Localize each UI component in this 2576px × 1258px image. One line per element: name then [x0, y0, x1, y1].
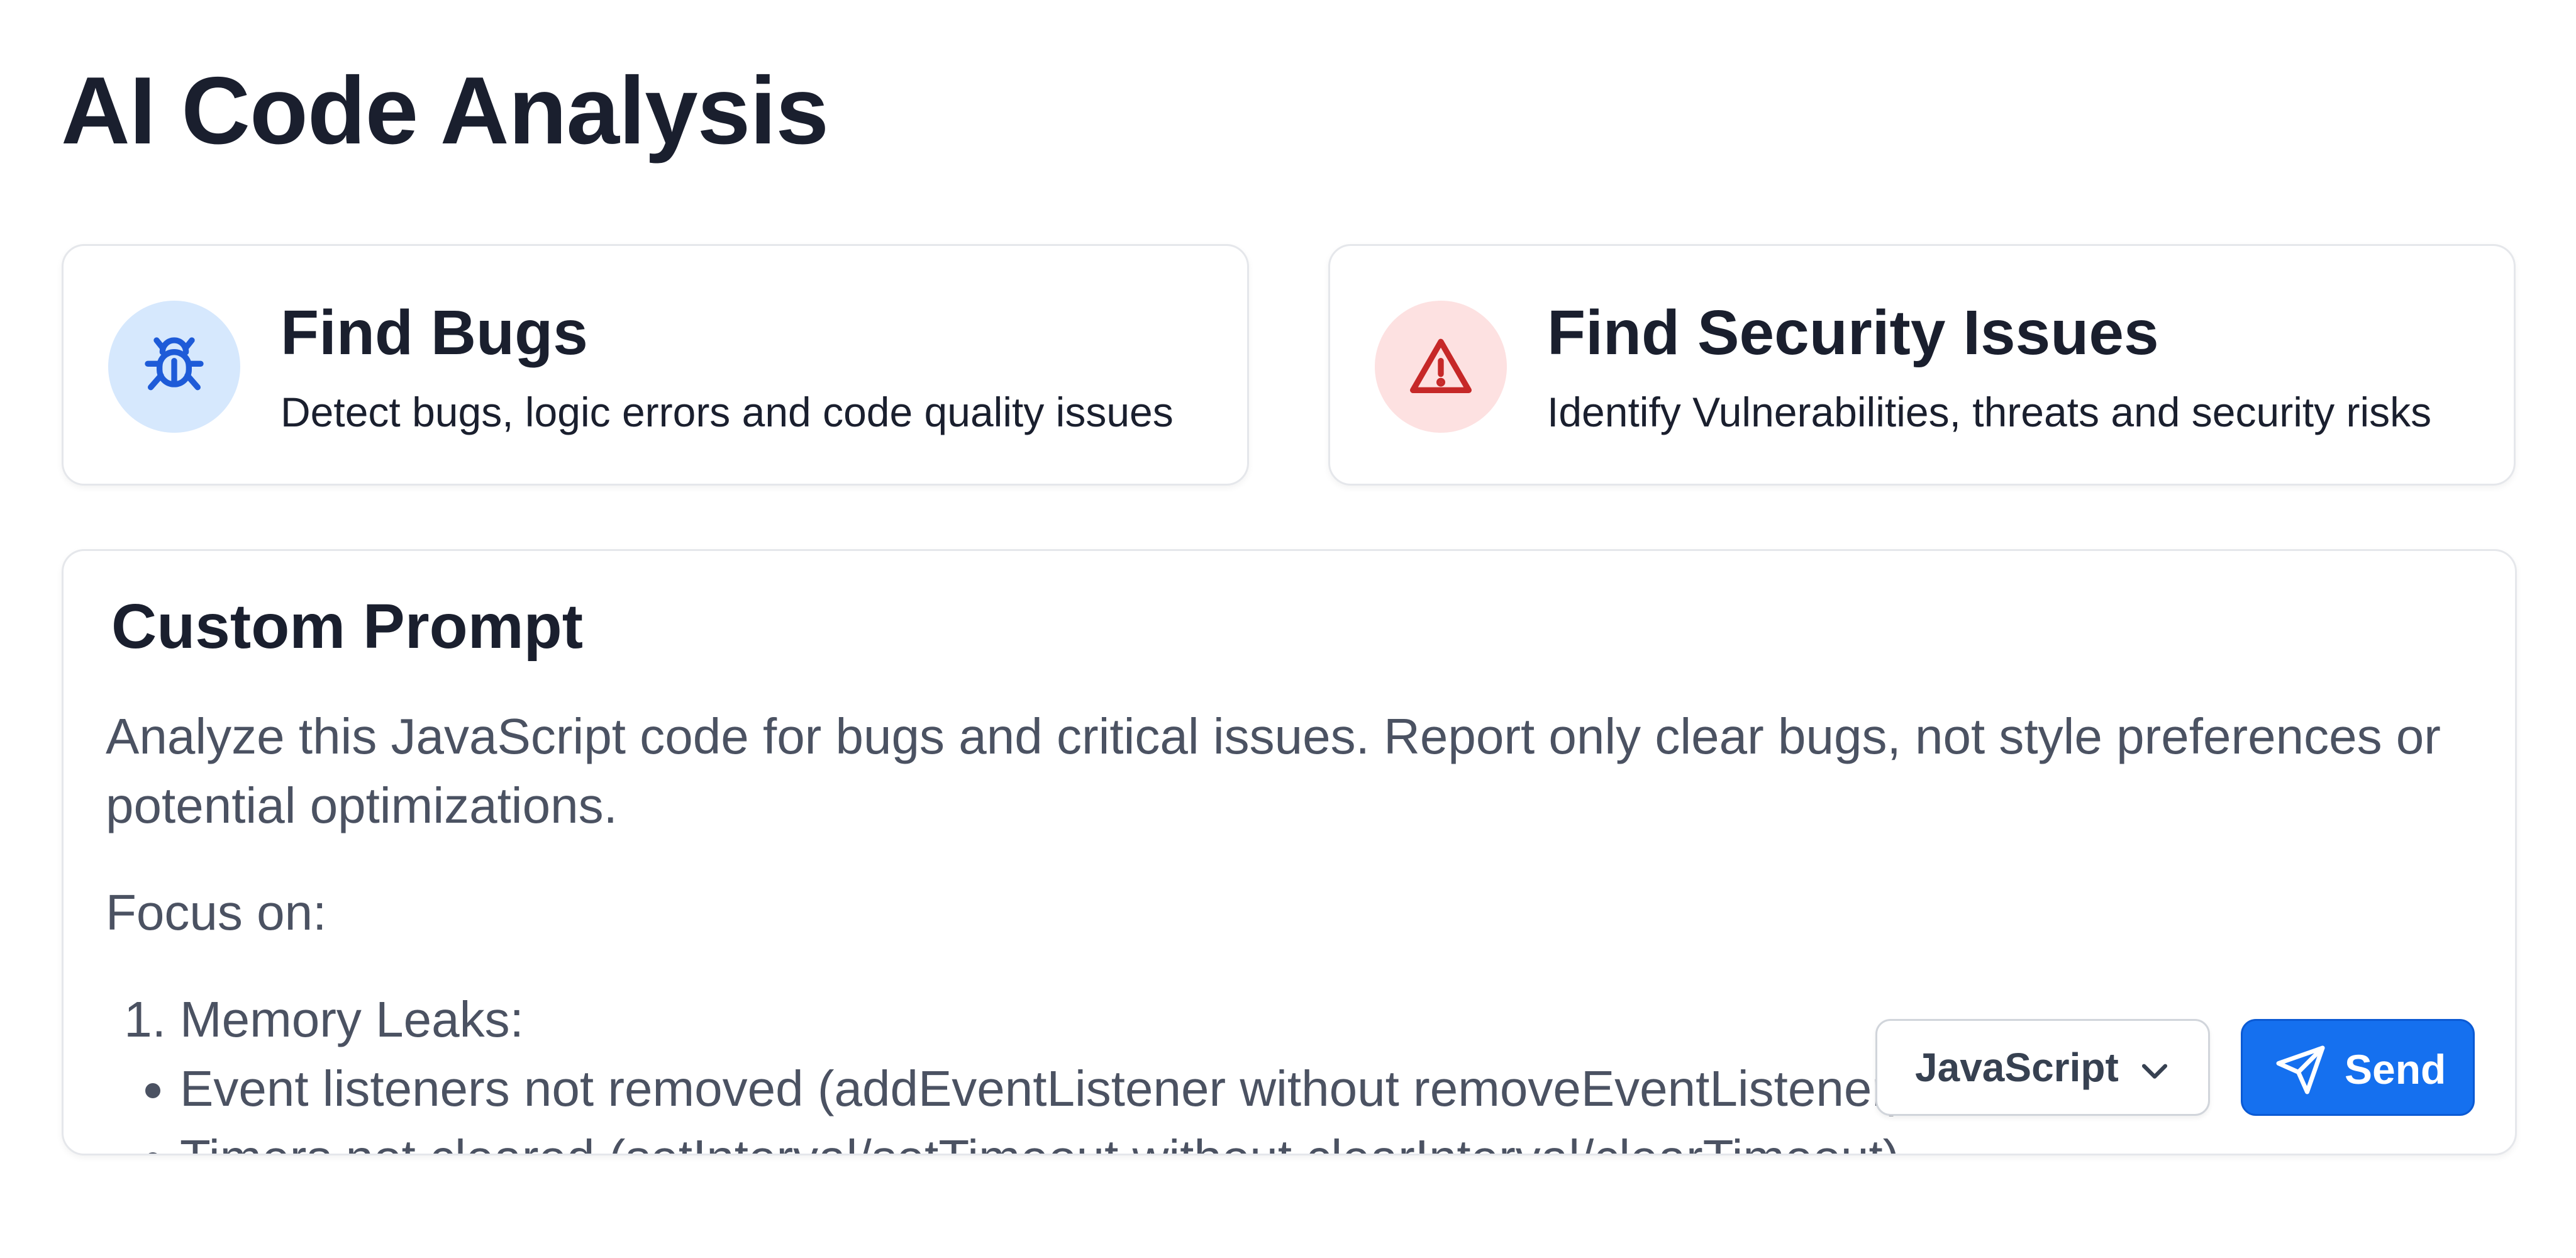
- send-button-label: Send: [2345, 1046, 2446, 1093]
- prompt-list-label: Memory Leaks:: [180, 991, 524, 1047]
- bug-icon: [108, 301, 240, 433]
- prompt-intro: Analyze this JavaScript code for bugs an…: [106, 708, 2441, 833]
- warning-icon: [1375, 301, 1507, 433]
- find-security-issues-description: Identify Vulnerabilities, threats and se…: [1547, 389, 2432, 435]
- find-security-issues-card[interactable]: Find Security Issues Identify Vulnerabil…: [1328, 244, 2516, 486]
- prompt-bullet: Timers not cleared (setInterval/setTimeo…: [180, 1123, 2496, 1154]
- send-icon: [2276, 1045, 2325, 1094]
- page-title: AI Code Analysis: [61, 57, 829, 164]
- chevron-down-icon: [2141, 1064, 2168, 1079]
- page: AI Code Analysis Find Bugs Detect bugs, …: [0, 0, 2576, 1258]
- custom-prompt-title: Custom Prompt: [111, 591, 583, 662]
- find-bugs-card[interactable]: Find Bugs Detect bugs, logic errors and …: [62, 244, 1249, 486]
- send-button[interactable]: Send: [2241, 1019, 2475, 1116]
- find-bugs-description: Detect bugs, logic errors and code quali…: [280, 389, 1174, 435]
- language-select[interactable]: JavaScript: [1875, 1019, 2210, 1116]
- language-select-value: JavaScript: [1915, 1045, 2119, 1090]
- find-security-issues-title: Find Security Issues: [1547, 298, 2159, 368]
- find-bugs-title: Find Bugs: [280, 298, 588, 368]
- prompt-list-number: 1.: [124, 991, 166, 1047]
- prompt-focus-label: Focus on:: [106, 884, 327, 940]
